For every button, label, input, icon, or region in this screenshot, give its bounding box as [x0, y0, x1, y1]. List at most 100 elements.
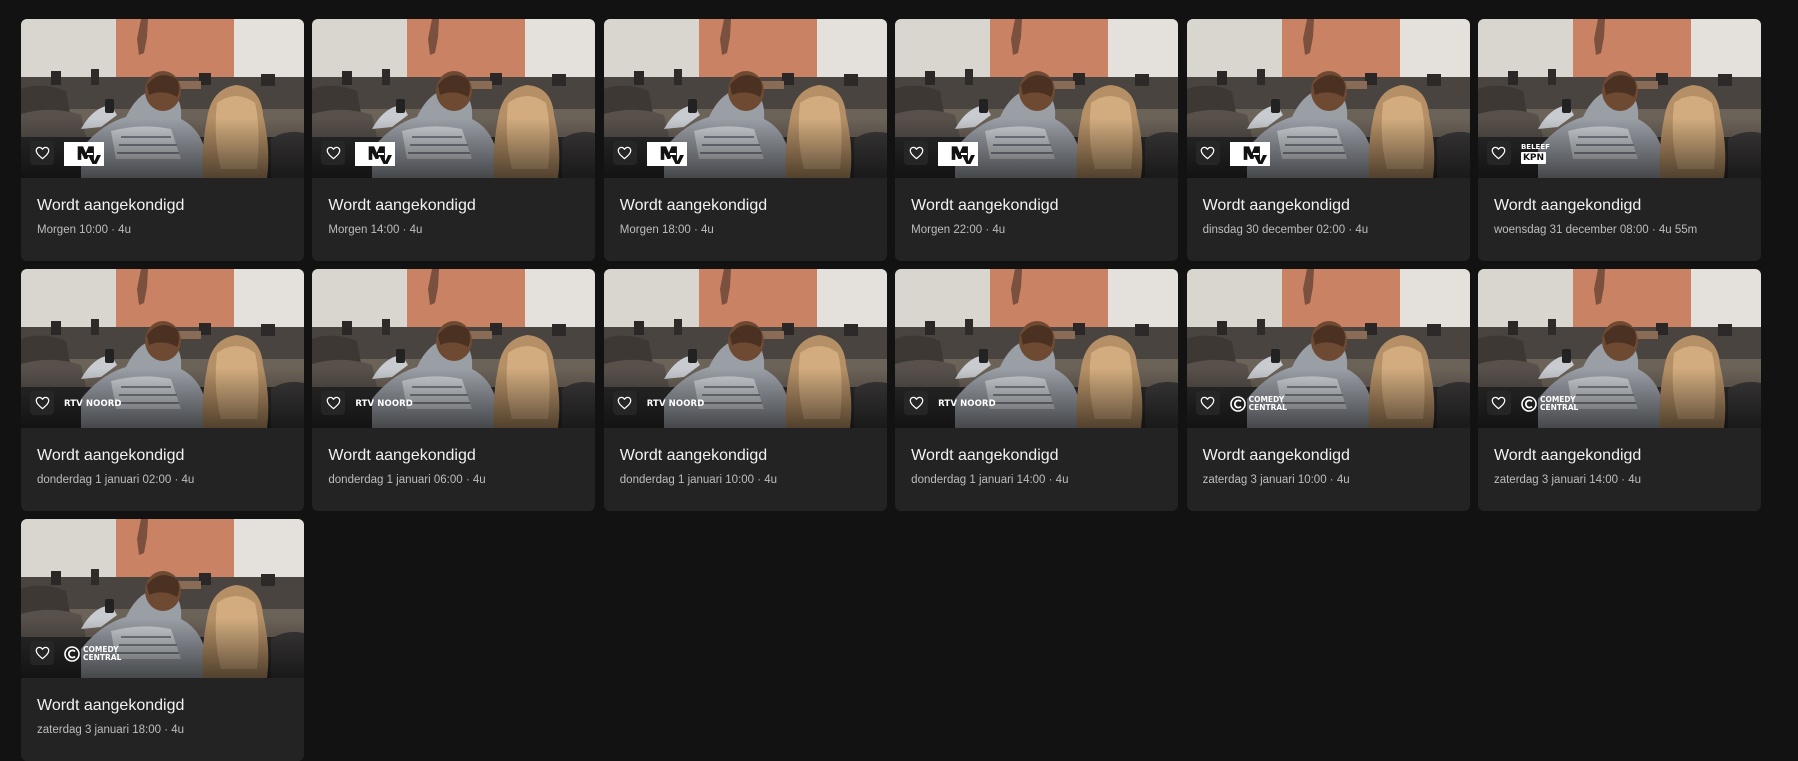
program-card[interactable]: RTV NOORD Wordt aangekondigd donderdag 1… — [312, 269, 596, 511]
program-card[interactable]: COMEDY CENTRAL Wordt aangekondigd zaterd… — [1477, 269, 1761, 511]
program-schedule: donderdag 1 januari 10:00 · 4u — [619, 474, 778, 486]
favorite-button[interactable] — [321, 391, 346, 415]
logo-line-1: BELEEF — [1520, 143, 1550, 151]
heart-outline-icon — [35, 146, 49, 160]
program-thumbnail[interactable]: COMEDY CENTRAL — [21, 519, 304, 678]
program-thumbnail[interactable] — [603, 19, 887, 178]
program-title: Wordt aangekondigd — [1202, 447, 1350, 464]
program-card[interactable]: COMEDY CENTRAL Wordt aangekondigd zaterd… — [1186, 269, 1470, 511]
program-card[interactable]: RTV NOORD Wordt aangekondigd donderdag 1… — [603, 269, 887, 511]
program-thumbnail[interactable] — [895, 19, 1179, 178]
favorite-button[interactable] — [1486, 141, 1511, 165]
program-card[interactable]: Wordt aangekondigd Morgen 10:00 · 4u — [21, 19, 304, 261]
heart-outline-icon — [326, 396, 341, 410]
mtv-logo — [646, 141, 687, 167]
program-thumbnail[interactable] — [21, 19, 304, 178]
program-thumbnail[interactable]: RTV NOORD — [312, 269, 596, 428]
favorite-button[interactable] — [904, 391, 929, 415]
mtv-logo-icon — [355, 142, 396, 166]
mtv-logo-icon — [64, 142, 104, 166]
program-schedule: zaterdag 3 januari 10:00 · 4u — [1202, 474, 1350, 486]
comedy-central-c-icon — [1229, 396, 1246, 412]
program-title: Wordt aangekondigd — [619, 197, 768, 214]
program-title: Wordt aangekondigd — [328, 197, 476, 214]
rtv-noord-logo: RTV NOORD — [938, 391, 996, 417]
heart-outline-icon — [617, 146, 632, 160]
program-thumbnail[interactable]: BELEEF KPN — [1477, 19, 1761, 178]
favorite-button[interactable] — [321, 141, 346, 165]
comedy-central-c-icon — [64, 646, 80, 662]
program-title: Wordt aangekondigd — [37, 447, 185, 464]
program-thumbnail[interactable]: RTV NOORD — [895, 269, 1179, 428]
heart-outline-icon — [617, 396, 632, 410]
program-thumbnail[interactable]: COMEDY CENTRAL — [1186, 269, 1470, 428]
program-card[interactable]: RTV NOORD Wordt aangekondigd donderdag 1… — [895, 269, 1179, 511]
program-title: Wordt aangekondigd — [1493, 197, 1642, 214]
favorite-button[interactable] — [612, 391, 637, 415]
program-title: Wordt aangekondigd — [911, 197, 1059, 214]
beleef-kpn-logo: BELEEF KPN — [1520, 141, 1550, 167]
program-title: Wordt aangekondigd — [1202, 197, 1350, 214]
program-schedule: Morgen 22:00 · 4u — [911, 224, 1006, 236]
mtv-logo-icon — [938, 142, 979, 166]
program-schedule: woensdag 31 december 08:00 · 4u 55m — [1493, 224, 1698, 236]
program-thumbnail[interactable]: RTV NOORD — [603, 269, 887, 428]
program-schedule: Morgen 14:00 · 4u — [328, 224, 423, 236]
program-card[interactable]: Wordt aangekondigd Morgen 22:00 · 4u — [895, 19, 1179, 261]
channel-logo-text: RTV NOORD — [938, 399, 996, 409]
mtv-logo-icon — [646, 142, 687, 166]
program-thumbnail[interactable]: RTV NOORD — [21, 269, 304, 428]
favorite-button[interactable] — [30, 641, 54, 665]
program-thumbnail[interactable] — [1186, 19, 1470, 178]
heart-outline-icon — [909, 146, 924, 160]
mtv-logo — [64, 141, 104, 167]
program-schedule: donderdag 1 januari 06:00 · 4u — [328, 474, 486, 486]
comedy-central-logo: COMEDY CENTRAL — [1521, 391, 1578, 417]
program-schedule: dinsdag 30 december 02:00 · 4u — [1202, 224, 1369, 236]
favorite-button[interactable] — [30, 391, 54, 415]
logo-line-2: CENTRAL — [1539, 403, 1579, 412]
program-thumbnail[interactable]: COMEDY CENTRAL — [1477, 269, 1761, 428]
heart-outline-icon — [35, 646, 49, 660]
logo-line-2: CENTRAL — [83, 653, 122, 662]
mtv-logo — [1229, 141, 1270, 167]
favorite-button[interactable] — [30, 141, 54, 165]
heart-outline-icon — [1492, 146, 1506, 160]
program-schedule: donderdag 1 januari 14:00 · 4u — [911, 474, 1069, 486]
program-title: Wordt aangekondigd — [911, 447, 1059, 464]
program-schedule: Morgen 10:00 · 4u — [37, 224, 131, 236]
program-card[interactable]: Wordt aangekondigd Morgen 18:00 · 4u — [603, 19, 887, 261]
program-title: Wordt aangekondigd — [37, 697, 185, 714]
favorite-button[interactable] — [1486, 391, 1511, 415]
favorite-button[interactable] — [904, 141, 929, 165]
heart-outline-icon — [1492, 396, 1506, 410]
program-title: Wordt aangekondigd — [619, 447, 768, 464]
comedy-central-logo: COMEDY CENTRAL — [64, 641, 121, 667]
logo-line-2: KPN — [1520, 152, 1547, 164]
program-schedule: donderdag 1 januari 02:00 · 4u — [37, 474, 195, 486]
mtv-logo-icon — [1229, 142, 1270, 166]
program-card[interactable]: RTV NOORD Wordt aangekondigd donderdag 1… — [21, 269, 304, 511]
program-card[interactable]: BELEEF KPN Wordt aangekondigd woensdag 3… — [1477, 19, 1761, 261]
channel-logo-text: RTV NOORD — [64, 399, 122, 409]
rtv-noord-logo: RTV NOORD — [355, 391, 413, 417]
channel-logo-text: RTV NOORD — [355, 399, 413, 409]
mtv-logo — [938, 141, 979, 167]
favorite-button[interactable] — [1195, 141, 1220, 165]
mtv-logo — [355, 141, 396, 167]
favorite-button[interactable] — [1195, 391, 1220, 415]
comedy-central-c-icon — [1521, 396, 1537, 412]
heart-outline-icon — [1200, 396, 1215, 410]
program-card[interactable]: Wordt aangekondigd dinsdag 30 december 0… — [1186, 19, 1470, 261]
program-title: Wordt aangekondigd — [328, 447, 476, 464]
comedy-central-logo: COMEDY CENTRAL — [1229, 391, 1287, 417]
program-thumbnail[interactable] — [312, 19, 596, 178]
channel-logo-text: RTV NOORD — [646, 399, 705, 409]
program-schedule: zaterdag 3 januari 14:00 · 4u — [1493, 474, 1641, 486]
program-card[interactable]: Wordt aangekondigd Morgen 14:00 · 4u — [312, 19, 596, 261]
favorite-button[interactable] — [612, 141, 637, 165]
program-card[interactable]: COMEDY CENTRAL Wordt aangekondigd zaterd… — [21, 519, 304, 761]
heart-outline-icon — [326, 146, 341, 160]
program-schedule: Morgen 18:00 · 4u — [619, 224, 714, 236]
program-grid: Wordt aangekondigd Morgen 10:00 · 4u Wor… — [21, 19, 1761, 761]
